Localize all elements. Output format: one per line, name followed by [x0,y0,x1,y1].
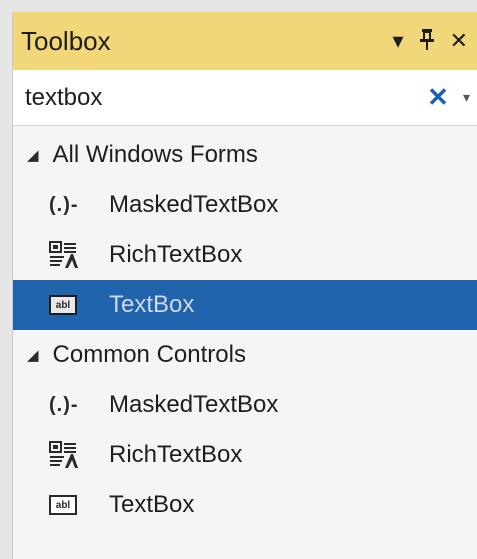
group-label: Common Controls [52,341,246,368]
masked-textbox-icon: (.)- [49,393,79,416]
toolbox-item-label: MaskedTextBox [109,191,279,218]
toolbox-item-textbox[interactable]: abl TextBox [13,480,477,530]
toolbox-item-maskedtextbox[interactable]: (.)- MaskedTextBox [13,180,477,230]
search-options-dropdown-icon[interactable]: ▾ [463,89,470,106]
toolbox-item-maskedtextbox[interactable]: (.)- MaskedTextBox [13,380,477,430]
rich-textbox-icon [49,441,78,468]
toolbox-title-bar: Toolbox ▾ ✕ [13,12,477,70]
rich-textbox-icon [49,241,78,268]
close-icon[interactable]: ✕ [450,30,468,52]
toolbox-item-label: RichTextBox [109,241,243,268]
group-header-all-windows-forms[interactable]: ◢ All Windows Forms [13,130,477,180]
expanded-caret-icon: ◢ [27,147,39,164]
masked-textbox-icon: (.)- [49,193,79,216]
title-bar-controls: ▾ ✕ [393,27,477,55]
toolbox-item-list: ◢ All Windows Forms (.)- MaskedTextBox R… [13,126,477,530]
expanded-caret-icon: ◢ [27,347,39,364]
textbox-icon: abl [49,295,77,315]
toolbox-item-label: RichTextBox [109,441,243,468]
group-header-common-controls[interactable]: ◢ Common Controls [13,330,477,380]
toolbox-item-textbox-selected[interactable]: abl TextBox [13,280,477,330]
toolbox-item-richtextbox[interactable]: RichTextBox [13,430,477,480]
pin-icon[interactable] [418,27,436,55]
group-label: All Windows Forms [52,141,258,168]
search-bar: ✕ ▾ [13,70,477,126]
clear-search-icon[interactable]: ✕ [427,82,449,113]
toolbox-title: Toolbox [21,25,111,56]
search-input[interactable] [25,77,428,118]
toolbox-item-label: TextBox [109,491,195,518]
toolbox-item-richtextbox[interactable]: RichTextBox [13,230,477,280]
window-position-dropdown-icon[interactable]: ▾ [393,30,404,52]
textbox-icon: abl [49,495,77,515]
toolbox-panel: Toolbox ▾ ✕ ✕ ▾ ◢ All Windows Forms ( [12,12,477,559]
toolbox-item-label: MaskedTextBox [109,391,279,418]
toolbox-item-label: TextBox [109,291,195,318]
